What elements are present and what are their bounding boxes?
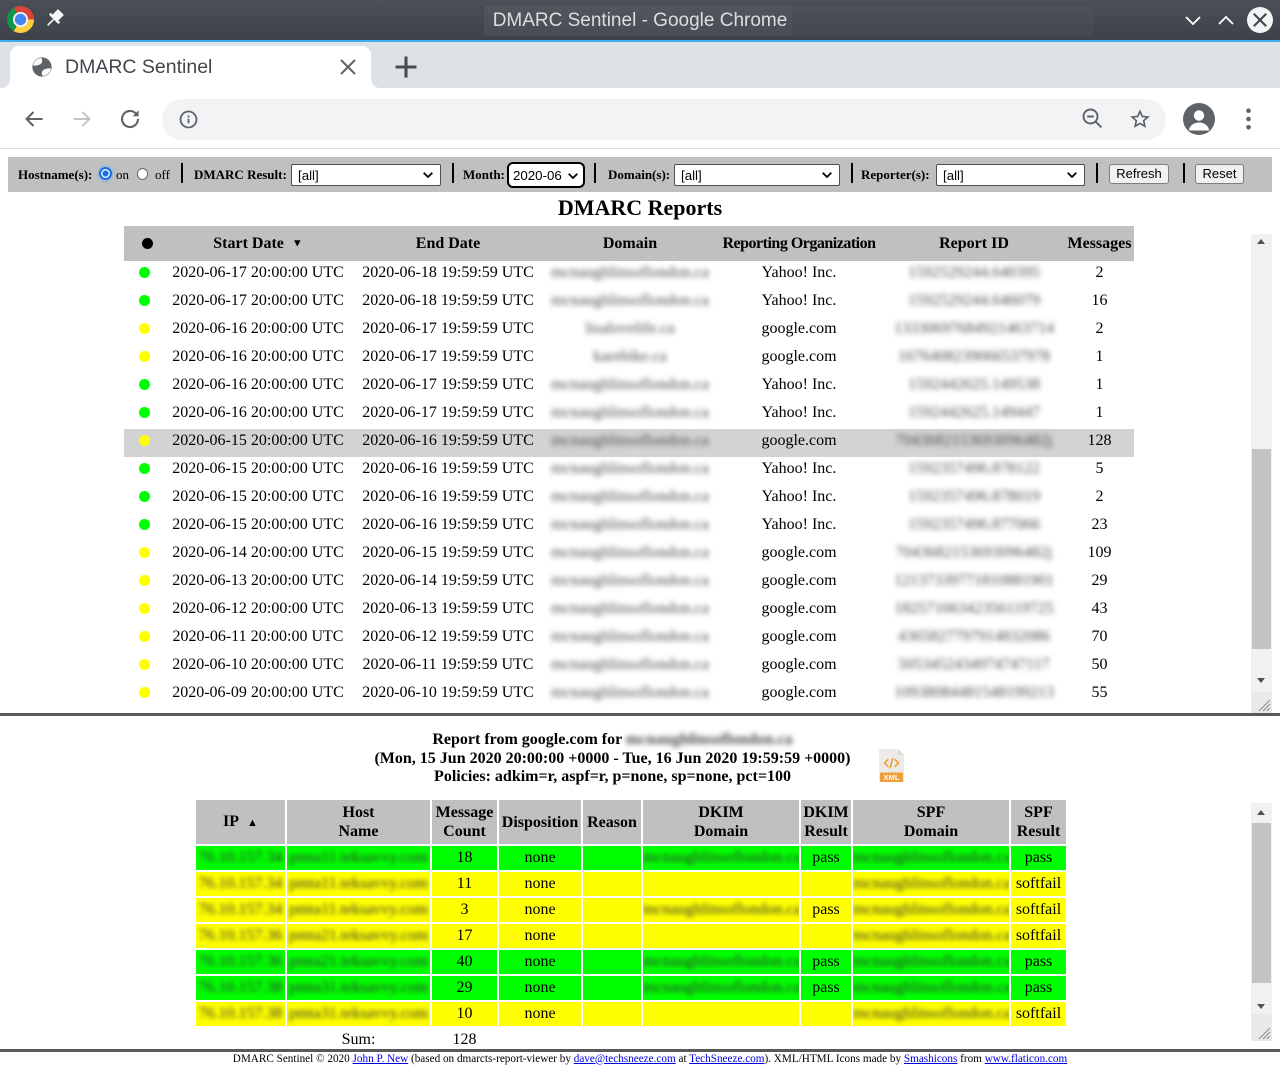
svg-text:XML: XML — [883, 773, 899, 782]
